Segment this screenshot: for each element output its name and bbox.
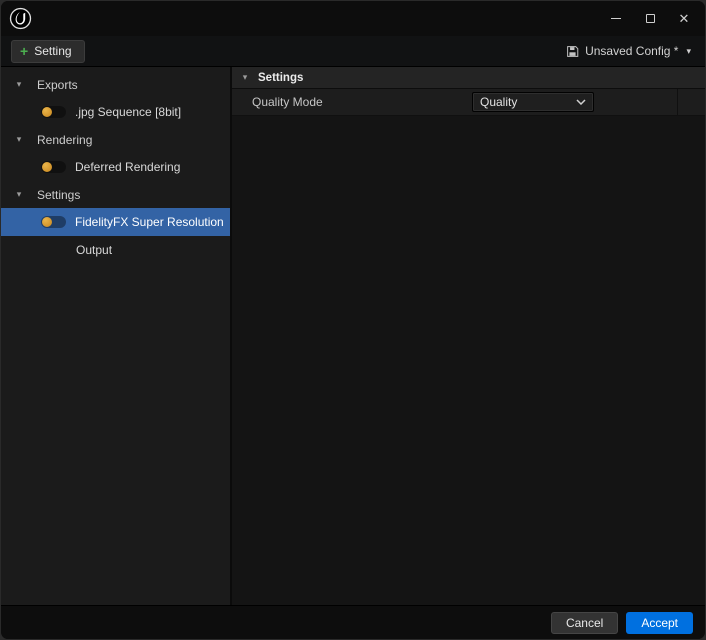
tree-group-label: Rendering xyxy=(37,133,92,147)
quality-mode-row: Quality Mode Quality xyxy=(232,89,705,116)
dialog-footer: Cancel Accept xyxy=(1,605,705,639)
window-body: ▾ Exports .jpg Sequence [8bit] ▾ Renderi… xyxy=(1,67,705,605)
add-setting-button[interactable]: + Setting xyxy=(11,40,85,63)
save-icon xyxy=(566,45,579,58)
toolbar: + Setting Unsaved Config * ▾ xyxy=(1,36,705,67)
maximize-button[interactable] xyxy=(635,6,665,32)
chevron-down-icon xyxy=(576,99,586,105)
settings-tree: ▾ Exports .jpg Sequence [8bit] ▾ Renderi… xyxy=(1,67,232,605)
quality-mode-dropdown[interactable]: Quality xyxy=(472,92,594,112)
close-button[interactable]: ✕ xyxy=(669,6,699,32)
expander-arrow-icon[interactable]: ▾ xyxy=(14,134,24,145)
tree-item-label: FidelityFX Super Resolution xyxy=(75,215,224,229)
tree-item-label: Output xyxy=(76,243,112,257)
tree-group-exports[interactable]: ▾ Exports xyxy=(1,71,230,98)
unreal-engine-logo-icon xyxy=(9,7,32,30)
tree-group-label: Settings xyxy=(37,188,80,202)
expander-arrow-icon[interactable]: ▾ xyxy=(14,189,24,200)
tree-item-label: Deferred Rendering xyxy=(75,160,180,174)
tree-item-output[interactable]: Output xyxy=(1,236,230,264)
maximize-icon xyxy=(646,14,655,23)
config-preset-button[interactable]: Unsaved Config * ▾ xyxy=(562,42,695,60)
tree-group-label: Exports xyxy=(37,78,78,92)
row-end-cell xyxy=(677,89,705,115)
details-category-header[interactable]: ▾ Settings xyxy=(232,67,705,89)
plus-icon: + xyxy=(20,44,28,58)
enable-toggle[interactable] xyxy=(41,216,66,228)
expander-arrow-icon[interactable]: ▾ xyxy=(14,79,24,90)
enable-toggle[interactable] xyxy=(41,106,66,118)
tree-item-jpg-sequence[interactable]: .jpg Sequence [8bit] xyxy=(1,98,230,126)
render-settings-window: ✕ + Setting Unsaved Config * ▾ ▾ Exports xyxy=(0,0,706,640)
minimize-button[interactable] xyxy=(601,6,631,32)
tree-group-settings[interactable]: ▾ Settings xyxy=(1,181,230,208)
tree-group-rendering[interactable]: ▾ Rendering xyxy=(1,126,230,153)
quality-mode-value: Quality xyxy=(480,95,576,109)
tree-item-label: .jpg Sequence [8bit] xyxy=(75,105,181,119)
details-empty-area xyxy=(232,116,705,605)
tree-item-deferred-rendering[interactable]: Deferred Rendering xyxy=(1,153,230,181)
enable-toggle[interactable] xyxy=(41,161,66,173)
chevron-down-icon: ▾ xyxy=(686,46,691,57)
details-panel: ▾ Settings Quality Mode Quality xyxy=(232,67,705,605)
titlebar: ✕ xyxy=(1,1,705,36)
config-name-label: Unsaved Config * xyxy=(585,44,678,58)
expander-arrow-icon[interactable]: ▾ xyxy=(240,72,250,83)
close-icon: ✕ xyxy=(679,12,690,25)
accept-button[interactable]: Accept xyxy=(626,612,693,634)
add-setting-label: Setting xyxy=(34,44,71,58)
tree-item-fidelityfx-super-resolution[interactable]: FidelityFX Super Resolution xyxy=(1,208,230,236)
minimize-icon xyxy=(611,18,621,19)
details-category-label: Settings xyxy=(258,72,303,84)
cancel-button[interactable]: Cancel xyxy=(551,612,618,634)
quality-mode-label: Quality Mode xyxy=(232,95,472,109)
